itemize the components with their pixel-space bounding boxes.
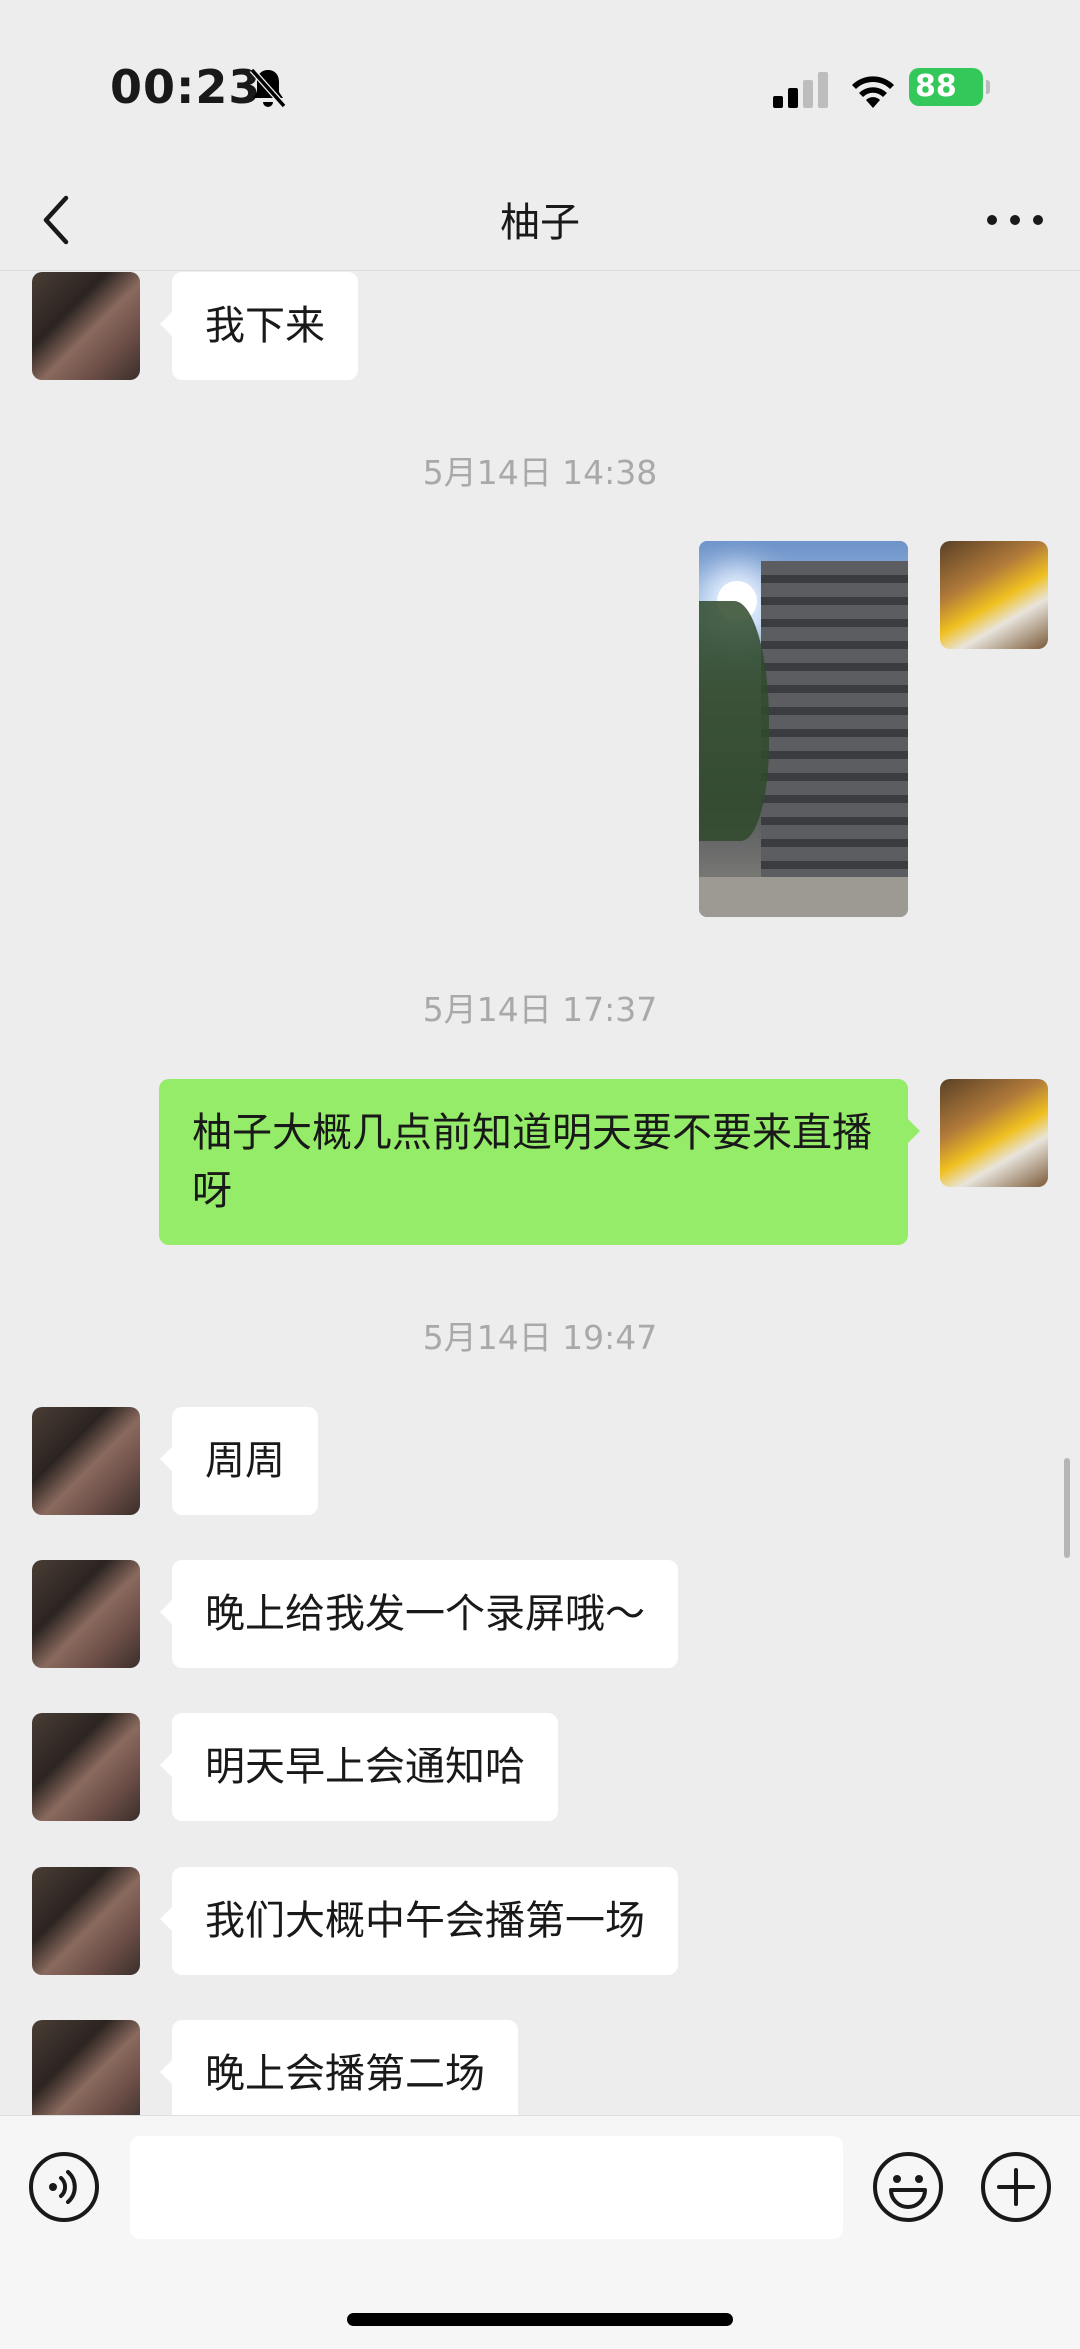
contact-avatar[interactable] (32, 1407, 140, 1515)
my-avatar[interactable] (940, 1079, 1048, 1187)
contact-avatar[interactable] (32, 1713, 140, 1821)
emoji-icon[interactable] (871, 2150, 945, 2224)
more-icon[interactable] (980, 200, 1050, 240)
chat-area[interactable]: 我下来 5月14日 14:38 5月14日 17:37 柚子大概几点前知道明天要… (0, 271, 1080, 2115)
incoming-message[interactable]: 晚上会播第二场 (160, 2020, 518, 2115)
plus-icon[interactable] (979, 2150, 1053, 2224)
battery-level: 88 (915, 69, 957, 104)
message-timestamp: 5月14日 17:37 (422, 990, 658, 1029)
incoming-message[interactable]: 我们大概中午会播第一场 (160, 1867, 678, 1975)
contact-avatar[interactable] (32, 1560, 140, 1668)
incoming-message[interactable]: 我下来 (160, 272, 358, 380)
mute-icon (249, 68, 287, 108)
image-message[interactable] (699, 541, 908, 917)
contact-avatar[interactable] (32, 272, 140, 380)
incoming-message[interactable]: 晚上给我发一个录屏哦～ (160, 1560, 678, 1668)
contact-avatar[interactable] (32, 1867, 140, 1975)
battery-icon: 88 (909, 68, 990, 106)
wifi-icon (852, 76, 894, 108)
status-bar: 00:23 88 (0, 0, 1080, 170)
message-input[interactable] (130, 2136, 843, 2239)
incoming-message[interactable]: 明天早上会通知哈 (160, 1713, 558, 1821)
incoming-message[interactable]: 周周 (160, 1407, 318, 1515)
outgoing-message[interactable]: 柚子大概几点前知道明天要不要来直播呀 (159, 1079, 920, 1245)
voice-icon[interactable] (27, 2150, 101, 2224)
home-indicator[interactable] (347, 2313, 733, 2326)
message-timestamp: 5月14日 14:38 (422, 453, 658, 492)
signal-icon (773, 72, 828, 108)
my-avatar[interactable] (940, 541, 1048, 649)
contact-avatar[interactable] (32, 2020, 140, 2115)
scrollbar[interactable] (1064, 1458, 1070, 1558)
chat-title: 柚子 (500, 200, 580, 246)
nav-bar: 柚子 (0, 170, 1080, 271)
message-timestamp: 5月14日 19:47 (422, 1318, 658, 1357)
status-time: 00:23 (110, 60, 262, 114)
